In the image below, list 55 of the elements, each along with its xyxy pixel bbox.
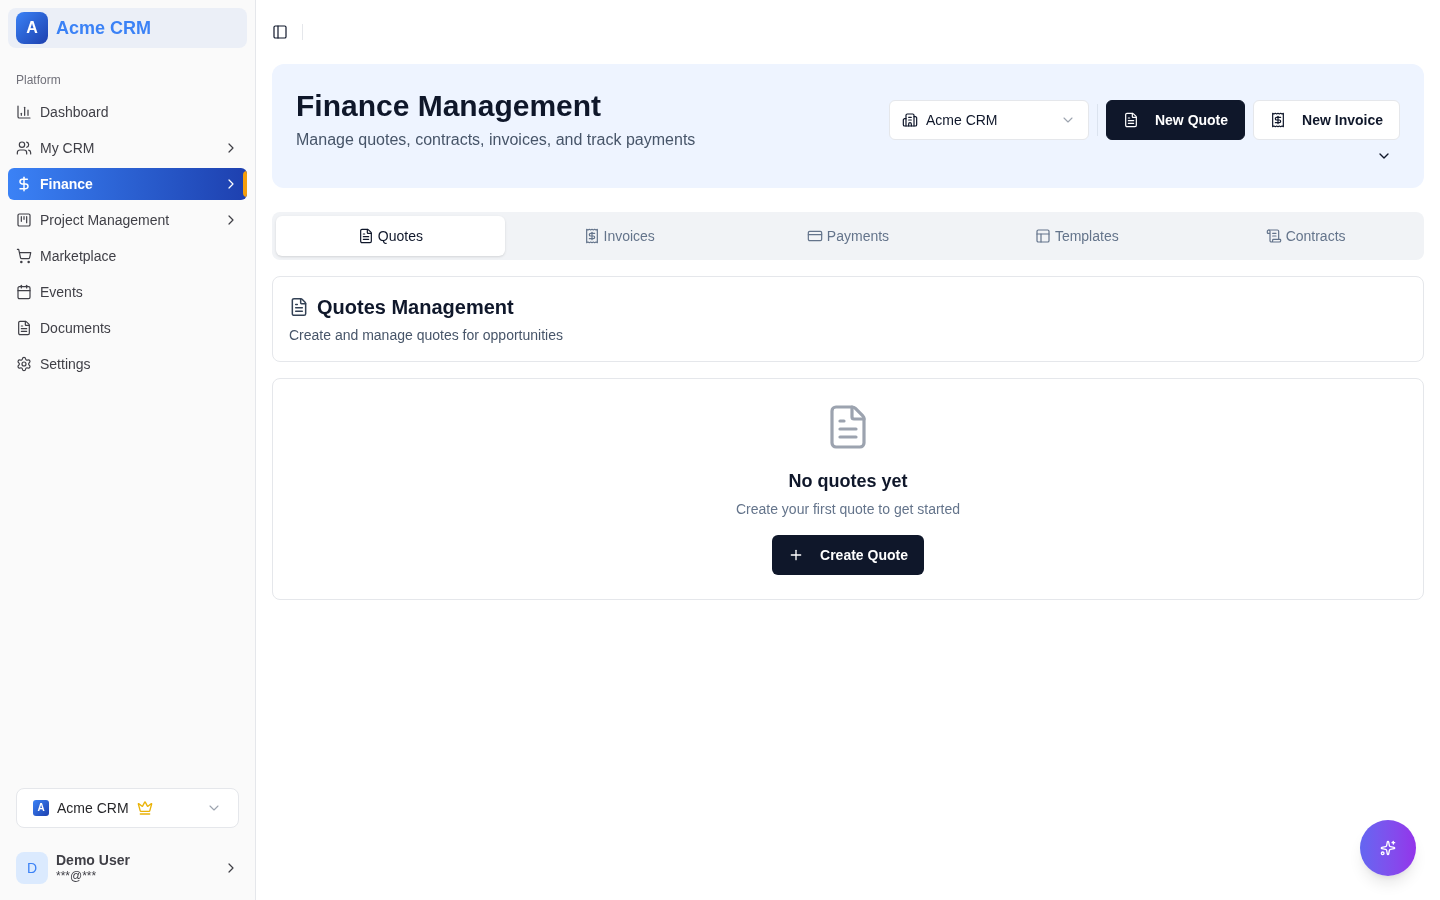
user-name: Demo User [56, 852, 131, 868]
brand-logo: A [16, 12, 48, 44]
sidebar-toggle[interactable] [270, 22, 290, 42]
receipt-icon [583, 228, 600, 244]
user-avatar: D [16, 852, 48, 884]
building-icon [901, 112, 918, 128]
panel-left-icon [272, 24, 288, 40]
tab[interactable]: Quotes [276, 216, 505, 256]
nav-item[interactable]: My CRM [8, 132, 247, 164]
receipt-icon [1270, 112, 1287, 128]
nav-item[interactable]: Documents [8, 312, 247, 344]
nav-item[interactable]: Events [8, 276, 247, 308]
document-icon [357, 228, 374, 244]
section-title: Quotes Management [317, 295, 514, 320]
sparkles-icon [1380, 840, 1396, 856]
user-menu[interactable]: D Demo User ***@*** [8, 844, 247, 892]
nav-item[interactable]: Dashboard [8, 96, 247, 128]
page-subtitle: Manage quotes, contracts, invoices, and track payments [296, 130, 696, 150]
organization-select[interactable]: Acme CRM [888, 100, 1089, 140]
document-icon [289, 297, 309, 317]
tab[interactable]: Contracts [1191, 216, 1420, 256]
brand-name: Acme CRM [56, 16, 152, 40]
settings-icon [16, 356, 32, 372]
section-description: Create and manage quotes for opportunities [289, 326, 564, 345]
active-indicator [243, 171, 247, 197]
empty-state-description: Create your first quote to get started [735, 500, 961, 519]
tab[interactable]: Payments [733, 216, 963, 256]
organization-switcher[interactable]: A Acme CRM [16, 788, 239, 828]
empty-state-title: No quotes yet [788, 470, 908, 493]
create-quote-button[interactable]: Create Quote [772, 535, 924, 575]
header-button[interactable]: New Quote [1105, 100, 1246, 140]
org-logo: A [33, 800, 49, 816]
brand-header[interactable]: A Acme CRM [8, 8, 247, 48]
kanban-icon [16, 212, 32, 228]
credit-card-icon [806, 228, 823, 244]
dollar-icon [16, 176, 32, 192]
bar-chart-icon [16, 104, 32, 120]
user-email: ***@*** [56, 868, 98, 884]
nav-item[interactable]: Finance [8, 168, 247, 200]
section-label: Platform [16, 72, 61, 88]
header-button[interactable]: New Invoice [1253, 100, 1400, 140]
scroll-icon [1265, 228, 1282, 244]
cart-icon [16, 248, 32, 264]
calendar-icon [16, 284, 32, 300]
nav-item[interactable]: Marketplace [8, 240, 247, 272]
nav-item[interactable]: Project Management [8, 204, 247, 236]
tab[interactable]: Invoices [504, 216, 734, 256]
users-icon [16, 140, 32, 156]
layout-icon [1034, 228, 1051, 244]
nav-item[interactable]: Settings [8, 348, 247, 380]
tab[interactable]: Templates [962, 216, 1192, 256]
document-icon [1122, 112, 1139, 128]
page-title: Finance Management [296, 88, 603, 124]
ai-assistant-button[interactable] [1360, 820, 1416, 876]
document-icon [16, 320, 32, 336]
